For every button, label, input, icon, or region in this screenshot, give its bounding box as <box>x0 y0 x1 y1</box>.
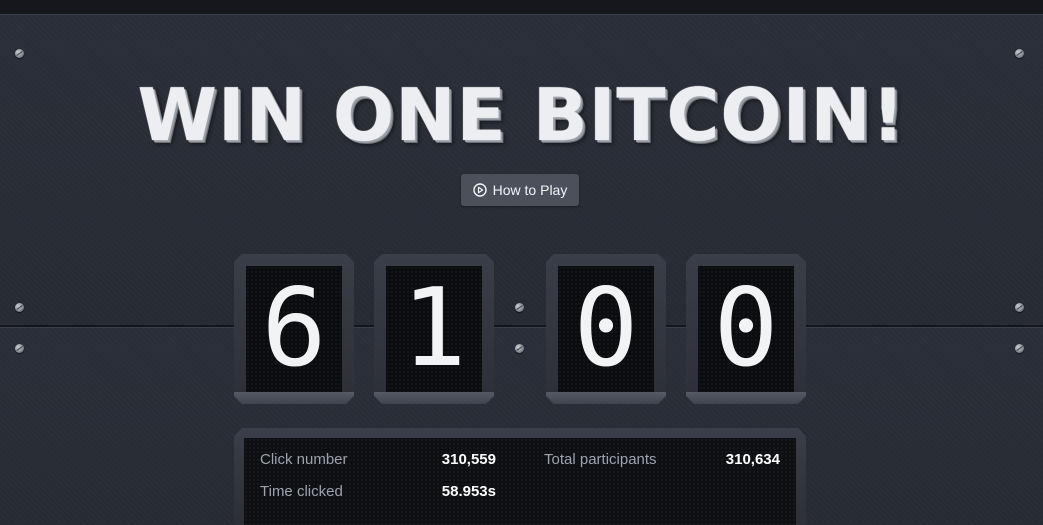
counter-digit-3: 0 <box>546 254 666 404</box>
time-clicked-value: 58.953s <box>441 483 496 500</box>
screw-icon <box>515 344 524 353</box>
screw-icon <box>15 49 24 58</box>
page-title: WIN ONE BITCOIN! <box>137 73 906 157</box>
top-panel <box>0 14 1043 327</box>
counter-digit-value: 1 <box>386 266 482 392</box>
counter-digit-4: 0 <box>686 254 806 404</box>
screw-icon <box>515 303 524 312</box>
stats-panel-inner: Click number 310,559 Total participants … <box>244 438 796 525</box>
how-to-play-button[interactable]: How to Play <box>461 174 579 206</box>
counter-digit-value: 0 <box>698 266 794 392</box>
screw-icon <box>15 303 24 312</box>
counter-digit-2: 1 <box>374 254 494 404</box>
stats-panel: Click number 310,559 Total participants … <box>234 428 806 525</box>
screw-icon <box>1015 49 1024 58</box>
top-bar <box>0 0 1043 14</box>
play-circle-icon <box>472 183 487 197</box>
total-participants-label: Total participants <box>544 451 657 468</box>
how-to-play-label: How to Play <box>492 182 568 198</box>
counter-digit-1: 6 <box>234 254 354 404</box>
click-number-value: 310,559 <box>441 451 496 468</box>
counter-digit-value: 6 <box>246 266 342 392</box>
total-participants-value: 310,634 <box>725 451 780 468</box>
screw-icon <box>1015 344 1024 353</box>
click-number-label: Click number <box>260 451 348 468</box>
screw-icon <box>1015 303 1024 312</box>
time-clicked-label: Time clicked <box>260 483 343 500</box>
screw-icon <box>15 344 24 353</box>
counter-digit-value: 0 <box>558 266 654 392</box>
game-stage: WIN ONE BITCOIN! How to Play 6 1 0 0 Cli… <box>0 0 1043 525</box>
